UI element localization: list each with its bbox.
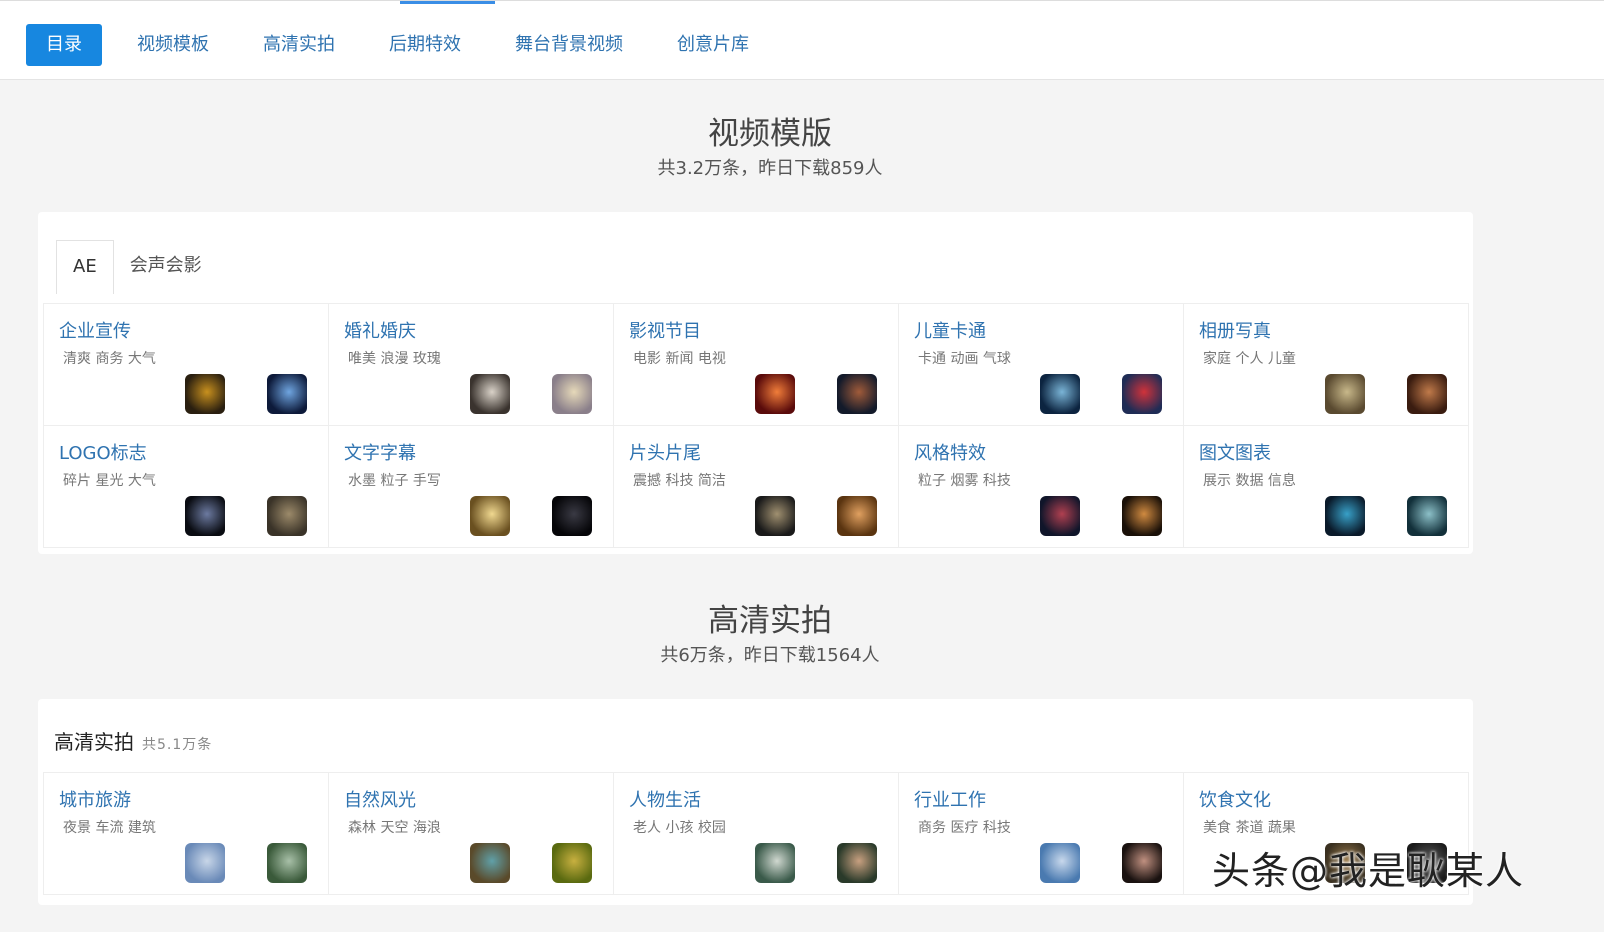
category-card[interactable]: 城市旅游夜景 车流 建筑 bbox=[44, 773, 329, 895]
section-title-hd-footage: 高清实拍 bbox=[708, 603, 832, 639]
template-thumbnail[interactable] bbox=[837, 374, 877, 414]
template-thumbnail[interactable] bbox=[1407, 374, 1447, 414]
category-name[interactable]: 人物生活 bbox=[629, 786, 701, 812]
category-tags: 碎片 星光 大气 bbox=[63, 473, 156, 489]
category-tags: 清爽 商务 大气 bbox=[63, 351, 156, 367]
category-card[interactable]: 行业工作商务 医疗 科技 bbox=[899, 773, 1184, 895]
category-tags: 商务 医疗 科技 bbox=[918, 820, 1011, 836]
category-tags: 家庭 个人 儿童 bbox=[1203, 351, 1296, 367]
category-card[interactable]: 自然风光森林 天空 海浪 bbox=[329, 773, 614, 895]
template-thumbnail[interactable] bbox=[1407, 496, 1447, 536]
template-thumbnail[interactable] bbox=[1040, 374, 1080, 414]
category-name[interactable]: 相册写真 bbox=[1199, 317, 1271, 343]
category-tags: 震撼 科技 简洁 bbox=[633, 473, 726, 489]
section-subtitle-video-templates: 共3.2万条，昨日下载859人 bbox=[657, 158, 883, 179]
template-thumbnail[interactable] bbox=[755, 496, 795, 536]
category-name[interactable]: 图文图表 bbox=[1199, 439, 1271, 465]
template-thumbnail[interactable] bbox=[267, 843, 307, 883]
category-tags: 老人 小孩 校园 bbox=[633, 820, 726, 836]
template-thumbnail[interactable] bbox=[1122, 374, 1162, 414]
category-nav: 目录 视频模板 高清实拍 后期特效 舞台背景视频 创意片库 bbox=[26, 24, 776, 66]
watermark: 头条@我是耿某人 bbox=[1212, 849, 1525, 893]
category-tags: 美食 茶道 蔬果 bbox=[1203, 820, 1296, 836]
video-templates-panel: AE 会声会影 企业宣传 清爽 商务 大气 婚礼婚庆 唯美 浪漫 玫瑰 影视节目 电影 新… bbox=[38, 212, 1473, 554]
category-name[interactable]: 儿童卡通 bbox=[914, 317, 986, 343]
category-card[interactable]: 婚礼婚庆唯美 浪漫 玫瑰 bbox=[329, 304, 614, 426]
software-tabs: AE 会声会影 bbox=[56, 240, 218, 294]
template-thumbnail[interactable] bbox=[552, 374, 592, 414]
category-card[interactable]: 相册写真家庭 个人 儿童 bbox=[1184, 304, 1469, 426]
template-thumbnail[interactable] bbox=[755, 374, 795, 414]
panel-count: 共5.1万条 bbox=[142, 737, 213, 753]
template-thumbnail[interactable] bbox=[1122, 496, 1162, 536]
category-name[interactable]: 婚礼婚庆 bbox=[344, 317, 416, 343]
category-name[interactable]: 企业宣传 bbox=[59, 317, 131, 343]
category-tags: 电影 新闻 电视 bbox=[633, 351, 726, 367]
category-tags: 卡通 动画 气球 bbox=[918, 351, 1011, 367]
category-name[interactable]: 影视节目 bbox=[629, 317, 701, 343]
template-thumbnail[interactable] bbox=[837, 843, 877, 883]
active-indicator-line bbox=[400, 1, 495, 4]
category-name[interactable]: 饮食文化 bbox=[1199, 786, 1271, 812]
template-thumbnail[interactable] bbox=[552, 843, 592, 883]
top-navigation-bar: 目录 视频模板 高清实拍 后期特效 舞台背景视频 创意片库 bbox=[0, 0, 1604, 80]
template-thumbnail[interactable] bbox=[267, 496, 307, 536]
category-card[interactable]: 片头片尾震撼 科技 简洁 bbox=[614, 426, 899, 548]
nav-item-hd-footage[interactable]: 高清实拍 bbox=[236, 24, 362, 66]
template-thumbnail[interactable] bbox=[267, 374, 307, 414]
template-thumbnail[interactable] bbox=[1040, 496, 1080, 536]
category-name[interactable]: 文字字幕 bbox=[344, 439, 416, 465]
nav-item-post-effects[interactable]: 后期特效 bbox=[362, 24, 488, 66]
category-card[interactable]: 儿童卡通卡通 动画 气球 bbox=[899, 304, 1184, 426]
category-name[interactable]: 城市旅游 bbox=[59, 786, 131, 812]
template-thumbnail[interactable] bbox=[1325, 496, 1365, 536]
template-thumbnail[interactable] bbox=[1040, 843, 1080, 883]
template-thumbnail[interactable] bbox=[185, 374, 225, 414]
template-thumbnail[interactable] bbox=[1325, 374, 1365, 414]
template-thumbnail[interactable] bbox=[1122, 843, 1162, 883]
category-name[interactable]: 风格特效 bbox=[914, 439, 986, 465]
category-name[interactable]: 行业工作 bbox=[914, 786, 986, 812]
template-thumbnail[interactable] bbox=[837, 496, 877, 536]
nav-item-creative-library[interactable]: 创意片库 bbox=[650, 24, 776, 66]
category-card[interactable]: 风格特效粒子 烟雾 科技 bbox=[899, 426, 1184, 548]
panel-title: 高清实拍 bbox=[54, 730, 134, 754]
category-name[interactable]: 自然风光 bbox=[344, 786, 416, 812]
template-thumbnail[interactable] bbox=[552, 496, 592, 536]
nav-item-video-templates[interactable]: 视频模板 bbox=[110, 24, 236, 66]
category-card[interactable]: 企业宣传清爽 商务 大气 bbox=[44, 304, 329, 426]
category-name[interactable]: LOGO标志 bbox=[59, 439, 147, 465]
template-thumbnail[interactable] bbox=[185, 496, 225, 536]
category-card[interactable]: 文字字幕水墨 粒子 手写 bbox=[329, 426, 614, 548]
nav-item-stage-backgrounds[interactable]: 舞台背景视频 bbox=[488, 24, 650, 66]
template-thumbnail[interactable] bbox=[755, 843, 795, 883]
panel-header: 高清实拍 共5.1万条 bbox=[54, 726, 212, 755]
template-thumbnail[interactable] bbox=[470, 496, 510, 536]
template-thumbnail[interactable] bbox=[470, 374, 510, 414]
tab-ae[interactable]: AE bbox=[56, 240, 114, 294]
section-subtitle-hd-footage: 共6万条，昨日下载1564人 bbox=[660, 645, 880, 666]
template-thumbnail[interactable] bbox=[470, 843, 510, 883]
category-tags: 森林 天空 海浪 bbox=[348, 820, 441, 836]
category-tags: 展示 数据 信息 bbox=[1203, 473, 1296, 489]
category-tags: 唯美 浪漫 玫瑰 bbox=[348, 351, 441, 367]
category-card[interactable]: 人物生活老人 小孩 校园 bbox=[614, 773, 899, 895]
category-tags: 水墨 粒子 手写 bbox=[348, 473, 441, 489]
section-title-video-templates: 视频模版 bbox=[708, 116, 832, 152]
template-category-grid: 企业宣传 清爽 商务 大气 婚礼婚庆 唯美 浪漫 玫瑰 影视节目 电影 新闻 电视 儿童卡通… bbox=[43, 303, 1469, 548]
category-card[interactable]: 影视节目电影 新闻 电视 bbox=[614, 304, 899, 426]
category-tags: 粒子 烟雾 科技 bbox=[918, 473, 1011, 489]
category-card[interactable]: LOGO标志碎片 星光 大气 bbox=[44, 426, 329, 548]
template-thumbnail[interactable] bbox=[185, 843, 225, 883]
category-name[interactable]: 片头片尾 bbox=[629, 439, 701, 465]
tab-huishengying[interactable]: 会声会影 bbox=[114, 240, 218, 292]
category-card[interactable]: 图文图表展示 数据 信息 bbox=[1184, 426, 1469, 548]
nav-item-catalog[interactable]: 目录 bbox=[26, 24, 102, 66]
category-tags: 夜景 车流 建筑 bbox=[63, 820, 156, 836]
